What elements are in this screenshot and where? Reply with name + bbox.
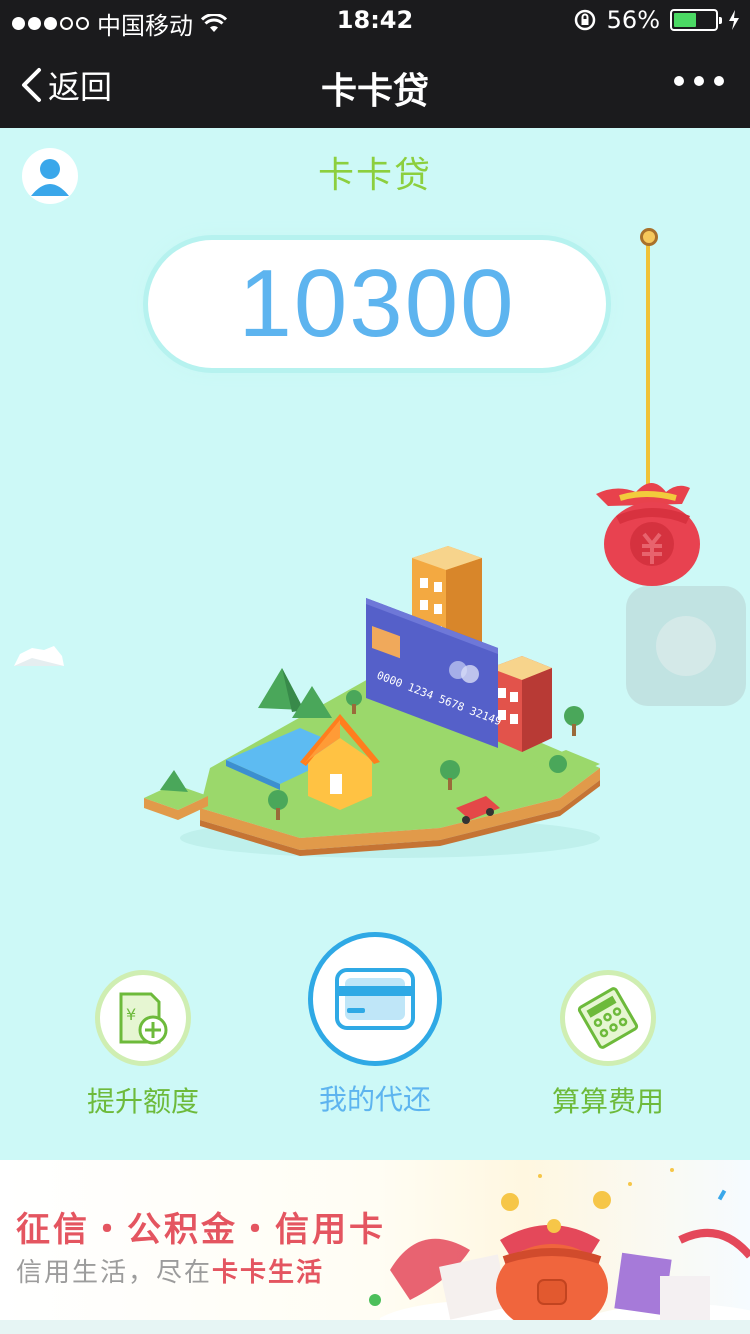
my-repayment-circle bbox=[308, 932, 442, 1066]
bottom-strip bbox=[0, 1320, 750, 1334]
banner-headline: 征信・公积金・信用卡 bbox=[16, 1210, 386, 1250]
raise-limit-circle: ¥ bbox=[95, 970, 191, 1066]
amount-display: 10300 bbox=[148, 240, 606, 368]
loan-amount: 10300 bbox=[238, 250, 516, 357]
banner-gift-illustration bbox=[380, 1168, 750, 1334]
banner-subtitle-highlight: 卡卡生活 bbox=[212, 1258, 325, 1288]
raise-limit-label: 提升额度 bbox=[86, 1085, 199, 1118]
calculate-fee-label: 算算费用 bbox=[551, 1085, 664, 1118]
city-island-illustration: 0000 1234 5678 32149 bbox=[144, 546, 600, 858]
navigation-bar: 返回 卡卡贷 bbox=[0, 40, 750, 128]
rope-hook-icon bbox=[640, 228, 658, 246]
carousel-indicator bbox=[369, 1294, 381, 1306]
promo-banner[interactable]: 征信・公积金・信用卡 信用生活，尽在卡卡生活 bbox=[0, 1160, 750, 1334]
calculate-fee-button[interactable]: 算算费用 bbox=[540, 970, 676, 1120]
action-bar: ¥ 提升额度 我的代还 算算费用 bbox=[0, 928, 750, 1128]
main-content: 卡卡贷 10300 0000 1234 5678 32149 ¥ 提升额度 我的… bbox=[0, 128, 750, 1160]
credit-card-icon bbox=[335, 968, 415, 1030]
my-repayment-button[interactable]: 我的代还 bbox=[300, 932, 450, 1118]
raise-limit-icon: ¥ bbox=[119, 992, 168, 1045]
more-icon bbox=[674, 76, 684, 86]
rope-decoration bbox=[646, 236, 650, 486]
raise-limit-button[interactable]: ¥ 提升额度 bbox=[78, 970, 208, 1120]
calculate-fee-icon bbox=[577, 987, 639, 1049]
page-title: 卡卡贷 bbox=[317, 155, 432, 196]
cloud-icon bbox=[14, 646, 64, 666]
assistive-touch-icon bbox=[656, 616, 716, 676]
calculate-fee-circle bbox=[560, 970, 656, 1066]
battery-icon bbox=[670, 9, 722, 31]
nav-title: 卡卡贷 bbox=[320, 71, 429, 112]
battery-percent: 56% bbox=[606, 6, 660, 34]
assistive-touch-button[interactable] bbox=[626, 586, 746, 706]
status-bar: 中国移动 18:42 56% bbox=[0, 0, 750, 40]
banner-subtitle: 信用生活，尽在卡卡生活 bbox=[16, 1252, 324, 1289]
my-repayment-label: 我的代还 bbox=[318, 1083, 431, 1116]
rotation-lock-icon bbox=[574, 9, 595, 31]
banner-subtitle-prefix: 信用生活，尽在 bbox=[16, 1258, 213, 1288]
charging-icon bbox=[729, 10, 739, 30]
svg-text:¥: ¥ bbox=[126, 1005, 136, 1024]
more-button[interactable] bbox=[674, 76, 724, 86]
